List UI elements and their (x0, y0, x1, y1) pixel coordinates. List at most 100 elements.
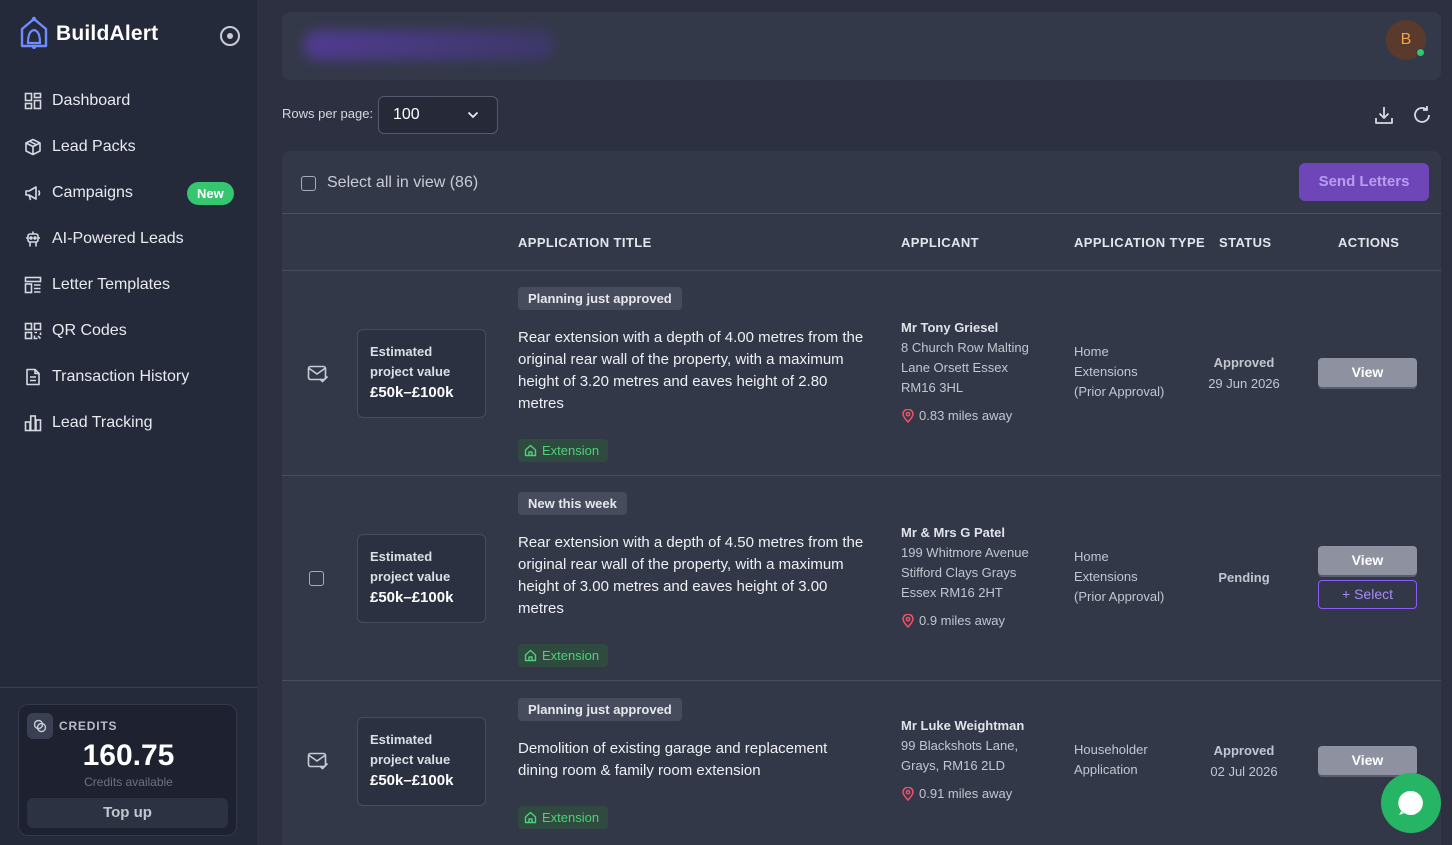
sidebar-item-dashboard[interactable]: Dashboard (0, 78, 257, 124)
select-label: Select (1354, 586, 1393, 602)
rows-per-page-value: 100 (393, 106, 420, 123)
status-cell: Pending (1194, 567, 1294, 588)
sidebar-nav: Dashboard Lead Packs Campaigns New AI-Po… (0, 78, 257, 446)
status-tag: Planning just approved (518, 287, 682, 310)
chat-icon (1398, 790, 1423, 815)
sidebar-divider (0, 687, 257, 688)
credits-header: CREDITS (27, 713, 117, 739)
home-icon (524, 649, 537, 662)
brand-logo[interactable]: BuildAlert (18, 16, 158, 52)
applicant-address-line: 199 Whitmore Avenue (901, 545, 1029, 560)
application-type-line: Extensions (1074, 364, 1138, 379)
applicant-info: Mr Tony Griesel 8 Church Row Malting Lan… (901, 318, 1051, 426)
status-cell: Approved 29 Jun 2026 (1194, 352, 1294, 394)
sidebar-item-ai-powered-leads[interactable]: AI-Powered Leads (0, 216, 257, 262)
bell-house-logo-icon (20, 16, 48, 49)
chevron-down-icon (467, 111, 479, 119)
receipt-icon (26, 368, 40, 386)
new-badge: New (187, 182, 234, 205)
applicant-name: Mr Tony Griesel (901, 320, 999, 335)
rows-per-page-select[interactable]: 100 (378, 96, 498, 134)
sidebar-item-lead-tracking[interactable]: Lead Tracking (0, 400, 257, 446)
application-type-line: Extensions (1074, 569, 1138, 584)
category-label: Extension (542, 810, 600, 825)
send-letters-button[interactable]: Send Letters (1299, 163, 1429, 201)
sidebar-item-lead-packs[interactable]: Lead Packs (0, 124, 257, 170)
estimated-value: £50k–£100k (370, 589, 454, 606)
select-button[interactable]: + Select (1318, 580, 1417, 609)
credits-value: 160.75 (82, 739, 175, 772)
status-label: Pending (1218, 570, 1270, 585)
status-date: 29 Jun 2026 (1208, 376, 1280, 391)
distance-label: 0.9 miles away (919, 613, 1005, 628)
view-button[interactable]: View (1318, 546, 1417, 575)
credits-card: CREDITS 160.75 Credits available Top up (18, 704, 237, 836)
category-label: Extension (542, 648, 600, 663)
select-all-label: Select all in view (86) (327, 174, 479, 191)
sidebar-item-campaigns[interactable]: Campaigns New (0, 170, 257, 216)
column-header-status[interactable]: STATUS (1219, 235, 1271, 250)
column-header-applicant[interactable]: APPLICANT (901, 235, 979, 250)
sidebar-collapse-icon[interactable] (220, 26, 240, 46)
home-icon (524, 811, 537, 824)
table-header-divider (282, 213, 1441, 214)
applicant-address-line: 8 Church Row Malting (901, 340, 1029, 355)
top-header: B (282, 12, 1441, 80)
brand-name: BuildAlert (56, 22, 159, 45)
sidebar-item-label: Lead Tracking (52, 414, 153, 431)
estimated-value-box: Estimated project value £50k–£100k (357, 717, 486, 806)
view-button[interactable]: View (1318, 358, 1417, 387)
application-type-line: Application (1074, 762, 1138, 777)
column-header-actions: ACTIONS (1338, 235, 1400, 250)
application-type: Home Extensions (Prior Approval) (1074, 342, 1194, 402)
estimated-value-box: Estimated project value £50k–£100k (357, 329, 486, 418)
view-button[interactable]: View (1318, 746, 1417, 775)
qr-code-icon (24, 322, 42, 340)
download-icon[interactable] (1373, 104, 1395, 126)
rows-per-page-label: Rows per page: (282, 106, 374, 121)
table-row: Estimated project value £50k–£100k New t… (282, 476, 1441, 680)
mail-sent-icon (307, 752, 329, 770)
distance: 0.91 miles away (901, 784, 1051, 804)
estimated-label: Estimated (370, 732, 433, 747)
table-row: Estimated project value £50k–£100k Plann… (282, 681, 1441, 845)
status-date: 02 Jul 2026 (1210, 764, 1278, 779)
application-title[interactable]: Rear extension with a depth of 4.00 metr… (518, 327, 868, 415)
applicant-address-line: Lane Orsett Essex (901, 360, 1008, 375)
application-type-line: (Prior Approval) (1074, 589, 1165, 604)
column-header-application-title[interactable]: APPLICATION TITLE (518, 235, 652, 250)
chat-widget-button[interactable] (1381, 773, 1441, 833)
estimated-value: £50k–£100k (370, 772, 454, 789)
row-select-checkbox[interactable] (309, 571, 324, 586)
coins-icon (27, 713, 53, 739)
category-badge: Extension (518, 439, 609, 462)
applicant-address-line: 99 Blackshots Lane, (901, 738, 1019, 753)
bar-chart-icon (24, 415, 42, 432)
application-title[interactable]: Demolition of existing garage and replac… (518, 738, 868, 782)
estimated-label: project value (370, 752, 451, 767)
estimated-value: £50k–£100k (370, 384, 454, 401)
applicant-address-line: Grays, RM16 2LD (901, 758, 1006, 773)
column-header-application-type[interactable]: APPLICATION TYPE (1074, 235, 1205, 250)
applicant-address-line: RM16 3HL (901, 380, 964, 395)
refresh-icon[interactable] (1411, 104, 1433, 126)
applicant-address-line: Stifford Clays Grays (901, 565, 1017, 580)
sidebar-item-transaction-history[interactable]: Transaction History (0, 354, 257, 400)
applicant-name: Mr Luke Weightman (901, 718, 1025, 733)
sidebar-item-label: AI-Powered Leads (52, 230, 184, 247)
distance: 0.9 miles away (901, 611, 1051, 631)
applicant-info: Mr & Mrs G Patel 199 Whitmore Avenue Sti… (901, 523, 1051, 631)
application-type-line: Home (1074, 549, 1109, 564)
distance-label: 0.83 miles away (919, 408, 1013, 423)
sidebar-item-label: Dashboard (52, 92, 131, 109)
template-icon (24, 276, 42, 294)
sidebar-item-letter-templates[interactable]: Letter Templates (0, 262, 257, 308)
top-up-button[interactable]: Top up (27, 798, 228, 828)
sidebar-item-qr-codes[interactable]: QR Codes (0, 308, 257, 354)
select-all-control[interactable]: Select all in view (86) (301, 174, 478, 192)
select-all-checkbox[interactable] (301, 175, 316, 191)
box-icon (25, 138, 41, 156)
application-title[interactable]: Rear extension with a depth of 4.50 metr… (518, 532, 868, 620)
leads-table: Select all in view (86) Send Letters APP… (282, 151, 1441, 845)
application-type-line: Home (1074, 344, 1109, 359)
